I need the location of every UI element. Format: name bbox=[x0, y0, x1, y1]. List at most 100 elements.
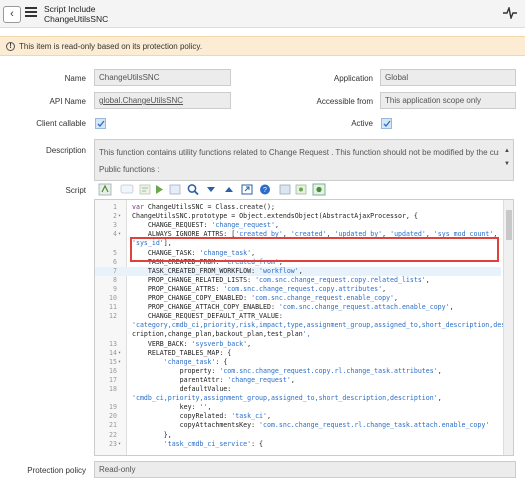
api-name-field[interactable]: global.ChangeUtilsSNC bbox=[94, 92, 231, 109]
code-text: PROP_CHANGE_ATTRS: 'com.snc.change_reque… bbox=[132, 284, 387, 293]
hamburger-menu-icon[interactable] bbox=[25, 7, 37, 18]
line-number: 15 bbox=[109, 357, 117, 366]
code-line: 15 ▾ 'change_task': { bbox=[95, 358, 501, 367]
code-text: TASK_CREATED_FROM_WORKFLOW: 'workflow', bbox=[132, 266, 303, 275]
line-number: 6 bbox=[113, 257, 117, 266]
script-editor-toolbar: ? bbox=[94, 181, 514, 199]
code-line: 'cmdb_ci,priority,assignment_group,assig… bbox=[95, 394, 501, 403]
code-text: copyRelated: 'task_ci', bbox=[132, 412, 271, 421]
code-text: defaultValue: bbox=[132, 385, 232, 393]
application-field[interactable]: Global bbox=[380, 69, 516, 86]
name-field[interactable]: ChangeUtilsSNC bbox=[94, 69, 231, 86]
syntax-check-icon[interactable] bbox=[168, 183, 182, 196]
search-icon[interactable] bbox=[186, 183, 200, 196]
line-number: 20 bbox=[109, 412, 117, 421]
activity-stream-icon[interactable] bbox=[503, 7, 517, 19]
code-text: CHANGE_REQUEST_DEFAULT_ATTR_VALUE: bbox=[132, 312, 283, 321]
code-line: cription,change_plan,backout_plan,test_p… bbox=[95, 330, 501, 339]
code-line: 20 copyRelated: 'task_ci', bbox=[95, 412, 501, 421]
scrollbar-thumb[interactable] bbox=[506, 210, 512, 240]
replace-icon[interactable] bbox=[240, 183, 254, 196]
active-checkbox[interactable] bbox=[381, 118, 392, 129]
line-number: 7 bbox=[113, 266, 117, 275]
editor-scrollbar[interactable] bbox=[503, 200, 513, 455]
line-number: 12 bbox=[109, 312, 117, 321]
info-icon: ! bbox=[6, 42, 15, 51]
fold-arrow-icon[interactable]: ▾ bbox=[118, 440, 125, 449]
code-line: 22 }, bbox=[95, 431, 501, 440]
code-text: 'task_cmdb_ci_service': { bbox=[163, 439, 264, 448]
script-label: Script bbox=[65, 186, 86, 195]
format-code-icon[interactable] bbox=[138, 183, 152, 196]
line-number: 23 bbox=[109, 439, 117, 448]
fold-arrow-icon[interactable]: ▾ bbox=[118, 230, 125, 239]
code-text: cription,change_plan,backout_plan,test_p… bbox=[132, 330, 311, 339]
code-line: 23 ▾ 'task_cmdb_ci_service': { bbox=[95, 440, 501, 449]
script-editor[interactable]: 1 var ChangeUtilsSNC = Class.create(); 2 ▾ C… bbox=[94, 199, 514, 456]
find-previous-icon[interactable] bbox=[222, 183, 236, 196]
code-line: 8 PROP_CHANGE_RELATED_LISTS: 'com.snc.ch… bbox=[95, 276, 501, 285]
line-number: 8 bbox=[113, 275, 117, 284]
code-line: 'category,cmdb_ci,priority,risk,impact,t… bbox=[95, 321, 505, 330]
protection-policy-field[interactable]: Read-only bbox=[94, 461, 516, 478]
code-text: VERB_BACK: 'sysverb_back', bbox=[132, 339, 252, 348]
code-text: key: '', bbox=[132, 403, 212, 412]
script-debugger-icon[interactable] bbox=[294, 183, 308, 196]
code-line: 3 CHANGE_REQUEST: 'change_request', bbox=[95, 221, 501, 230]
back-button[interactable]: ‹ bbox=[3, 6, 21, 23]
code-text: 'cmdb_ci,priority,assignment_group,assig… bbox=[132, 394, 442, 403]
svg-text:?: ? bbox=[263, 187, 267, 194]
code-line: 2 ▾ ChangeUtilsSNC.prototype = Object.exte… bbox=[95, 212, 501, 221]
client-callable-label: Client callable bbox=[36, 119, 86, 128]
line-number: 9 bbox=[113, 284, 117, 293]
code-line: 14 ▾ RELATED_TABLES_MAP: { bbox=[95, 349, 501, 358]
client-callable-checkbox[interactable] bbox=[95, 118, 106, 129]
code-line: 16 property: 'com.snc.change_request.cop… bbox=[95, 367, 501, 376]
record-name: ChangeUtilsSNC bbox=[44, 14, 109, 24]
accessible-from-field[interactable]: This application scope only bbox=[380, 92, 516, 109]
run-icon[interactable] bbox=[152, 183, 166, 196]
help-icon[interactable]: ? bbox=[258, 183, 272, 196]
code-line: 17 parentAttr: 'change_request', bbox=[95, 376, 501, 385]
code-text: PROP_CHANGE_ATTACH_COPY_ENABLED: 'com.sn… bbox=[132, 303, 454, 312]
find-next-icon[interactable] bbox=[204, 183, 218, 196]
api-name-label: API Name bbox=[49, 97, 86, 106]
line-number: 11 bbox=[109, 303, 117, 312]
save-icon[interactable] bbox=[278, 183, 292, 196]
fold-arrow-icon[interactable]: ▾ bbox=[118, 349, 125, 358]
toggle-syntax-icon[interactable] bbox=[98, 183, 112, 196]
line-number: 5 bbox=[113, 248, 117, 257]
code-text: PROP_CHANGE_RELATED_LISTS: 'com.snc.chan… bbox=[132, 275, 430, 284]
code-text: parentAttr: 'change_request', bbox=[132, 375, 295, 384]
code-line: 1 var ChangeUtilsSNC = Class.create(); bbox=[95, 203, 501, 212]
code-text: 'change_task': { bbox=[163, 357, 228, 366]
checkmark-icon bbox=[97, 120, 105, 127]
scroll-down-icon[interactable]: ▼ bbox=[504, 156, 510, 173]
form-title: Script Include bbox=[44, 4, 96, 14]
fullscreen-icon[interactable] bbox=[312, 183, 326, 196]
form-header: ‹ Script Include ChangeUtilsSNC bbox=[0, 0, 525, 28]
code-text: var ChangeUtilsSNC = Class.create(); bbox=[132, 203, 275, 211]
line-number: 21 bbox=[109, 421, 117, 430]
code-text: copyAttachmentsKey: 'com.snc.change_requ… bbox=[132, 421, 490, 430]
name-label: Name bbox=[64, 74, 86, 83]
line-number: 3 bbox=[113, 221, 117, 230]
checkmark-icon bbox=[383, 120, 391, 127]
read-only-notice: ! This item is read-only based on its pr… bbox=[0, 36, 525, 56]
fold-arrow-icon[interactable]: ▾ bbox=[118, 358, 125, 367]
active-label: Active bbox=[351, 119, 373, 128]
fold-arrow-icon[interactable]: ▾ bbox=[118, 212, 125, 221]
line-number: 4 bbox=[113, 230, 117, 239]
code-line: 13 VERB_BACK: 'sysverb_back', bbox=[95, 340, 501, 349]
line-number: 22 bbox=[109, 430, 117, 439]
line-number: 17 bbox=[109, 375, 117, 384]
code-text: RELATED_TABLES_MAP: { bbox=[132, 348, 232, 357]
line-number: 1 bbox=[113, 203, 117, 211]
code-line: 19 key: '', bbox=[95, 403, 501, 412]
code-line: 21 copyAttachmentsKey: 'com.snc.change_r… bbox=[95, 421, 501, 430]
description-line: Public functions : bbox=[99, 165, 160, 174]
code-line: 18 defaultValue: bbox=[95, 385, 501, 394]
application-label: Application bbox=[333, 74, 373, 83]
description-field[interactable]: This function contains utility functions… bbox=[94, 139, 514, 181]
comment-icon[interactable] bbox=[120, 183, 134, 196]
